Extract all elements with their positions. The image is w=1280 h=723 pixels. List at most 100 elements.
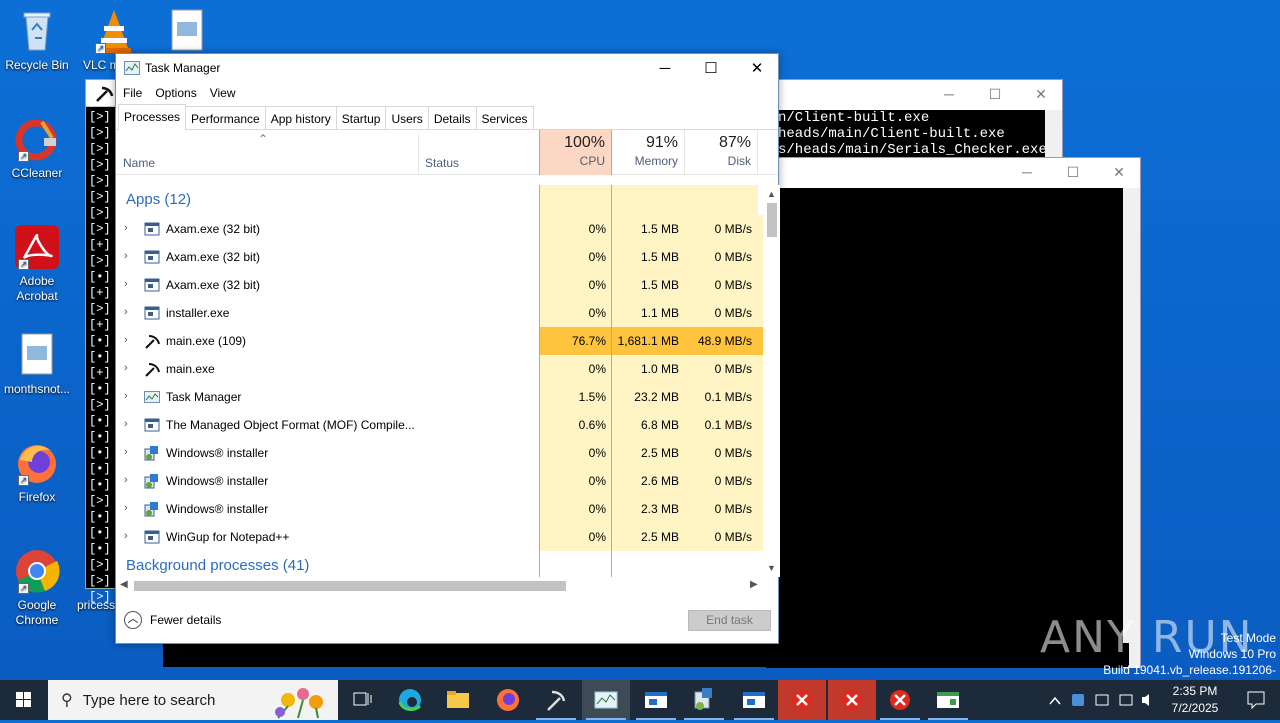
fewer-details-button[interactable]: ︿ Fewer details	[124, 611, 221, 629]
expand-chevron-icon[interactable]: ›	[124, 390, 128, 402]
desktop-icon-google-chrome[interactable]: ↗ Google Chrome	[0, 548, 74, 628]
expand-chevron-icon[interactable]: ›	[124, 530, 128, 542]
taskbar-edge[interactable]	[386, 680, 434, 720]
console-scrollbar[interactable]	[1045, 110, 1062, 160]
desktop-icon-adobe-acrobat[interactable]: ↗ Adobe Acrobat	[0, 224, 74, 304]
process-row[interactable]: › Task Manager 1.5% 23.2 MB 0.1 MB/s	[116, 383, 763, 411]
scroll-left-icon[interactable]: ◀	[120, 579, 128, 590]
end-task-button[interactable]: End task	[688, 610, 771, 631]
menu-file[interactable]: File	[123, 83, 142, 104]
console-line: heads/main/Client-built.exe	[778, 126, 1005, 142]
taskbar-file-explorer[interactable]	[434, 680, 482, 720]
console-scrollbar[interactable]	[1123, 188, 1140, 668]
taskbar-error-1[interactable]	[778, 680, 826, 720]
maximize-button[interactable]: ☐	[1050, 158, 1096, 186]
shortcut-arrow-icon: ↗	[18, 583, 29, 594]
clock[interactable]: 2:35 PM 7/2/2025	[1160, 683, 1230, 717]
console-titlebar[interactable]: ─ ☐ ✕	[766, 80, 1062, 108]
column-disk[interactable]: 87% Disk	[685, 130, 758, 175]
process-row[interactable]: › Windows® installer 0% 2.6 MB 0 MB/s	[116, 467, 763, 495]
start-button[interactable]	[0, 680, 48, 720]
close-button[interactable]: ✕	[1018, 80, 1064, 108]
horizontal-scrollbar[interactable]: ◀ ▶	[116, 577, 763, 594]
task-manager-window[interactable]: Task Manager ─ ☐ ✕ File Options View Pro…	[115, 53, 780, 644]
expand-chevron-icon[interactable]: ›	[124, 502, 128, 514]
process-name: installer.exe	[166, 306, 230, 320]
process-disk: 0 MB/s	[685, 355, 758, 383]
process-row[interactable]: › Axam.exe (32 bit) 0% 1.5 MB 0 MB/s	[116, 215, 763, 243]
taskbar-app-window-3[interactable]	[924, 680, 972, 720]
column-divider[interactable]	[418, 134, 419, 175]
scroll-right-icon[interactable]: ▶	[750, 579, 758, 590]
scroll-thumb[interactable]	[134, 581, 566, 591]
expand-chevron-icon[interactable]: ›	[124, 222, 128, 234]
expand-chevron-icon[interactable]: ›	[124, 362, 128, 374]
tab-details[interactable]: Details	[427, 106, 477, 129]
desktop-icon-ccleaner[interactable]: ↗ CCleaner	[0, 116, 74, 181]
menu-options[interactable]: Options	[155, 83, 196, 104]
expand-chevron-icon[interactable]: ›	[124, 446, 128, 458]
expand-chevron-icon[interactable]: ›	[124, 250, 128, 262]
window-icon	[144, 305, 160, 321]
notifications-button[interactable]	[1232, 680, 1280, 720]
menu-view[interactable]: View	[210, 83, 236, 104]
maximize-button[interactable]: ☐	[972, 80, 1018, 108]
vertical-scrollbar[interactable]: ▲ ▼	[763, 185, 780, 577]
group-header-background[interactable]: Background processes (41)	[116, 551, 763, 577]
desktop-icon-file[interactable]	[150, 8, 224, 58]
desktop-icon-monthsnot[interactable]: monthsnot...	[0, 332, 74, 397]
console-titlebar[interactable]: ─ ☐ ✕	[766, 158, 1140, 188]
close-button[interactable]: ✕	[1096, 158, 1142, 186]
taskbar-app-window-2[interactable]	[730, 680, 778, 720]
column-cpu[interactable]: 100% CPU	[539, 130, 612, 175]
minimize-button[interactable]: ─	[642, 54, 688, 83]
taskbar-app-window-1[interactable]	[632, 680, 680, 720]
column-status[interactable]: Status	[425, 156, 459, 170]
tab-performance[interactable]: Performance	[185, 106, 266, 129]
process-row[interactable]: › Windows® installer 0% 2.3 MB 0 MB/s	[116, 495, 763, 523]
column-name[interactable]: Name	[123, 156, 155, 170]
tab-users[interactable]: Users	[385, 106, 429, 129]
desktop-icon-firefox[interactable]: ↗ Firefox	[0, 440, 74, 505]
minimize-button[interactable]: ─	[926, 80, 972, 108]
taskbar-task-manager[interactable]	[582, 680, 630, 720]
expand-chevron-icon[interactable]: ›	[124, 474, 128, 486]
search-box[interactable]: ⚲ Type here to search	[48, 680, 338, 720]
taskbar-error-2[interactable]	[828, 680, 876, 720]
expand-chevron-icon[interactable]: ›	[124, 278, 128, 290]
maximize-button[interactable]: ☐	[688, 54, 734, 83]
expand-chevron-icon[interactable]: ›	[124, 306, 128, 318]
process-row[interactable]: › installer.exe 0% 1.1 MB 0 MB/s	[116, 299, 763, 327]
expand-chevron-icon[interactable]: ›	[124, 418, 128, 430]
taskbar-main-exe[interactable]	[532, 680, 580, 720]
task-view-button[interactable]	[338, 680, 386, 720]
scroll-up-icon[interactable]: ▲	[767, 189, 776, 199]
column-memory[interactable]: 91% Memory	[612, 130, 685, 175]
process-row[interactable]: › WinGup for Notepad++ 0% 2.5 MB 0 MB/s	[116, 523, 763, 551]
desktop-icon-recycle-bin[interactable]: Recycle Bin	[0, 8, 74, 73]
titlebar[interactable]: Task Manager ─ ☐ ✕	[116, 54, 778, 83]
desktop-icon-label: Adobe Acrobat	[16, 274, 58, 303]
taskbar-firefox[interactable]	[484, 680, 532, 720]
process-row[interactable]: › Axam.exe (32 bit) 0% 1.5 MB 0 MB/s	[116, 271, 763, 299]
process-row[interactable]: › main.exe (109) 76.7% 1,681.1 MB 48.9 MB/s	[116, 327, 763, 355]
process-row[interactable]: › Axam.exe (32 bit) 0% 1.5 MB 0 MB/s	[116, 243, 763, 271]
tab-app-history[interactable]: App history	[264, 106, 337, 129]
expand-chevron-icon[interactable]: ›	[124, 334, 128, 346]
group-header-apps[interactable]: Apps (12)	[116, 185, 763, 215]
console-window-right[interactable]: ─ ☐ ✕ n/Client-built.exe heads/main/Clie…	[765, 79, 1063, 160]
process-row[interactable]: › main.exe 0% 1.0 MB 0 MB/s	[116, 355, 763, 383]
tab-services[interactable]: Services	[475, 106, 534, 129]
close-button[interactable]: ✕	[734, 54, 780, 83]
tab-startup[interactable]: Startup	[335, 106, 387, 129]
process-row[interactable]: › Windows® installer 0% 2.5 MB 0 MB/s	[116, 439, 763, 467]
recycle-bin-icon	[14, 8, 60, 54]
scroll-thumb[interactable]	[767, 203, 777, 237]
tab-processes[interactable]: Processes	[118, 104, 187, 130]
minimize-button[interactable]: ─	[1004, 158, 1050, 186]
taskbar-installer[interactable]	[680, 680, 728, 720]
scroll-down-icon[interactable]: ▼	[767, 563, 776, 573]
taskbar-error-3[interactable]	[876, 680, 924, 720]
process-row[interactable]: › The Managed Object Format (MOF) Compile…	[116, 411, 763, 439]
console-window-blank[interactable]: ─ ☐ ✕	[765, 157, 1141, 668]
